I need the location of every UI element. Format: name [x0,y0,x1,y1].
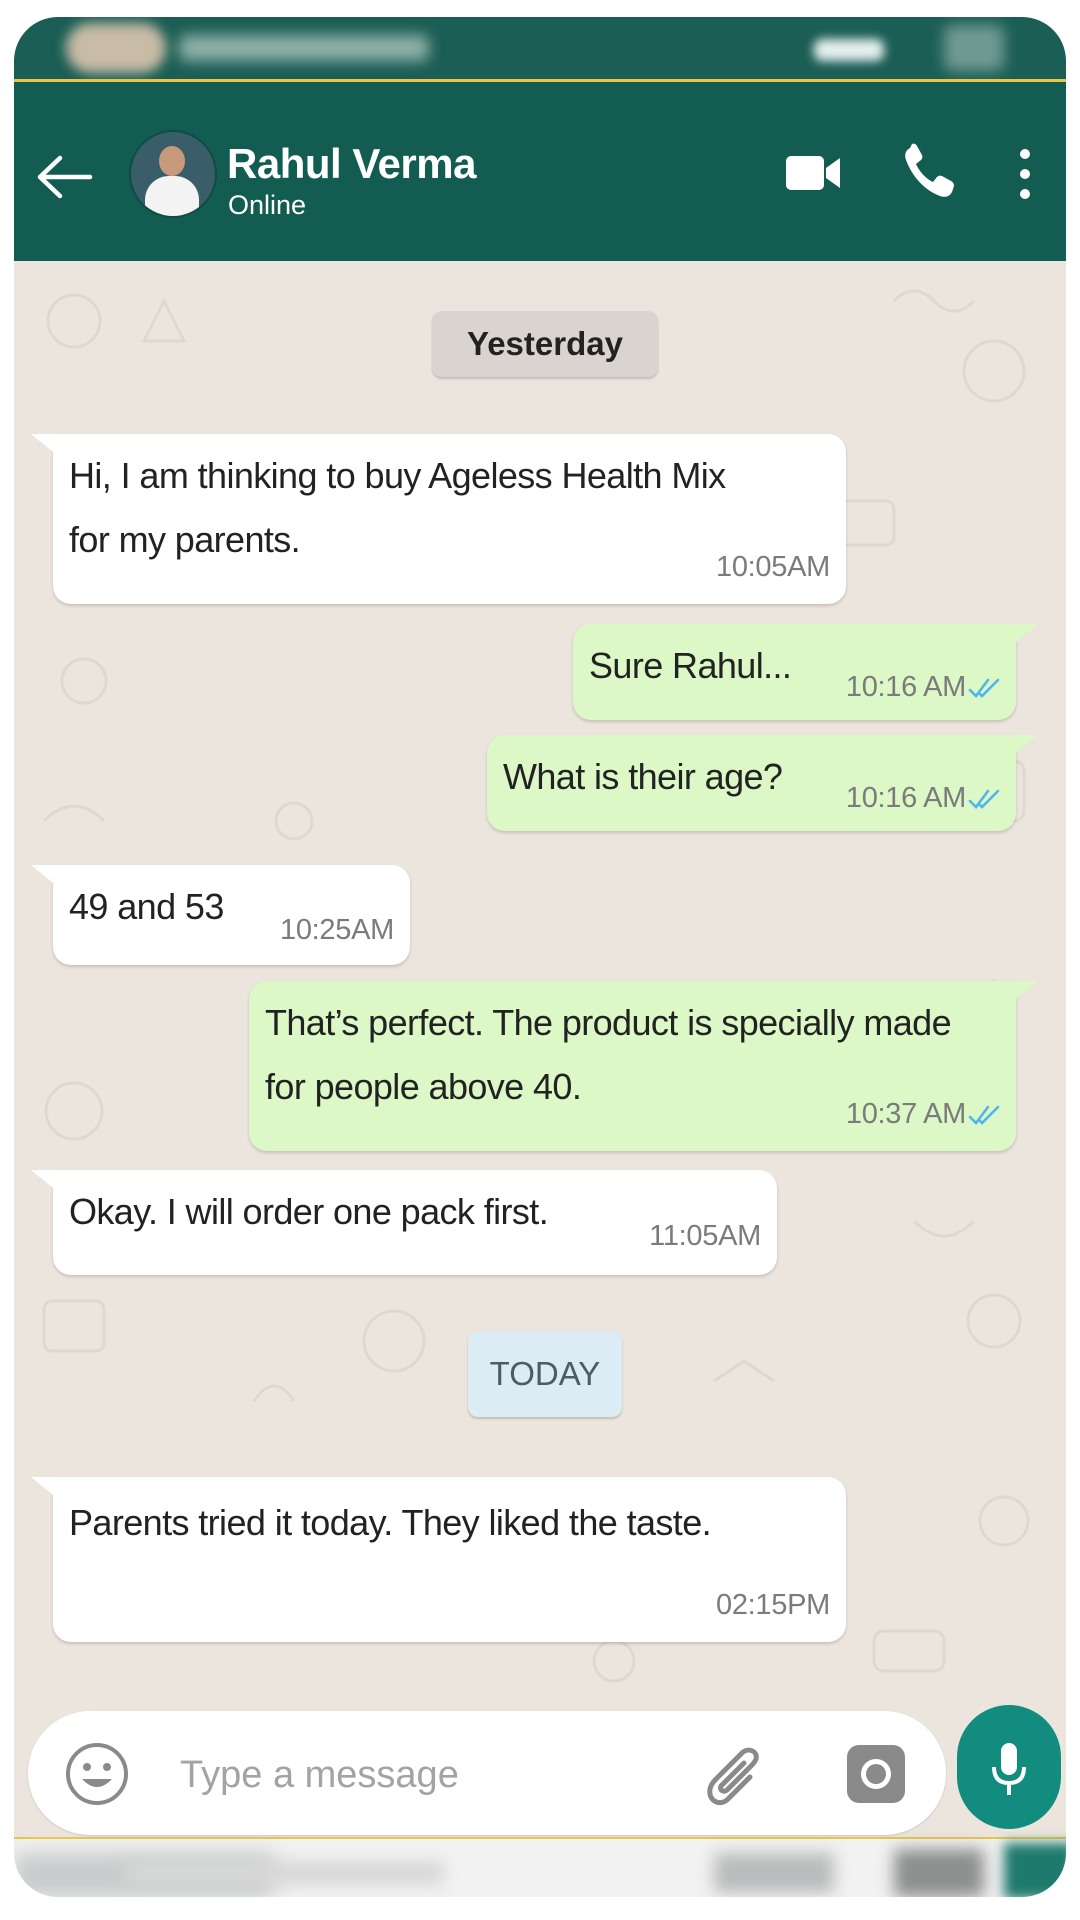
back-arrow-icon[interactable] [32,152,96,202]
blurred-next-composer [14,1837,1066,1897]
chat-header: Rahul Verma Online [14,79,1066,261]
date-chip-yesterday: Yesterday [432,311,658,377]
message-bubble-outgoing[interactable]: What is their age? 10:16 AM [487,735,1038,831]
chat-area[interactable]: Yesterday Hi, I am thinking to buy Agele… [14,261,1066,1701]
attach-icon[interactable] [700,1737,770,1813]
message-time: 10:16 AM [845,671,966,703]
message-bubble-incoming[interactable]: Okay. I will order one pack first. 11:05… [31,1170,777,1275]
message-time: 10:05AM [716,551,830,583]
blurred-previous-header [14,17,1066,79]
message-time: 10:16 AM [845,782,966,814]
message-text: That’s perfect. The product is specially… [265,1002,952,1043]
read-receipt-icon [968,678,1000,698]
date-chip-today: TODAY [468,1331,622,1417]
contact-status: Online [228,190,307,220]
camera-icon[interactable] [843,1739,909,1809]
message-bubble-incoming[interactable]: Parents tried it today. They liked the t… [31,1477,846,1642]
message-bubble-outgoing[interactable]: That’s perfect. The product is specially… [249,981,1038,1151]
mic-icon [992,1743,1026,1795]
message-time: 11:05AM [649,1220,761,1252]
message-bubble-incoming[interactable]: 49 and 53 10:25AM [31,865,410,965]
mic-button[interactable] [957,1705,1061,1829]
message-bubble-incoming[interactable]: Hi, I am thinking to buy Ageless Health … [31,434,846,604]
video-call-icon[interactable] [784,148,844,198]
message-text: Hi, I am thinking to buy Ageless Health … [69,455,726,496]
message-time: 10:25AM [280,914,394,946]
message-time: 10:37 AM [845,1098,966,1130]
phone-frame: Rahul Verma Online Yesterday Hi, I am th… [14,17,1066,1897]
message-composer [14,1701,1066,1835]
avatar[interactable] [129,130,217,218]
message-bubble-outgoing[interactable]: Sure Rahul... 10:16 AM [573,624,1038,720]
emoji-icon[interactable] [64,1741,130,1807]
read-receipt-icon [968,789,1000,809]
message-time: 02:15PM [716,1589,830,1621]
message-text: Parents tried it today. They liked the t… [69,1502,712,1543]
read-receipt-icon [968,1105,1000,1125]
contact-name[interactable]: Rahul Verma [227,140,476,188]
phone-icon[interactable] [900,142,956,202]
message-input[interactable] [178,1741,682,1809]
more-vert-icon[interactable] [1010,144,1040,204]
message-input-container[interactable] [28,1711,946,1835]
